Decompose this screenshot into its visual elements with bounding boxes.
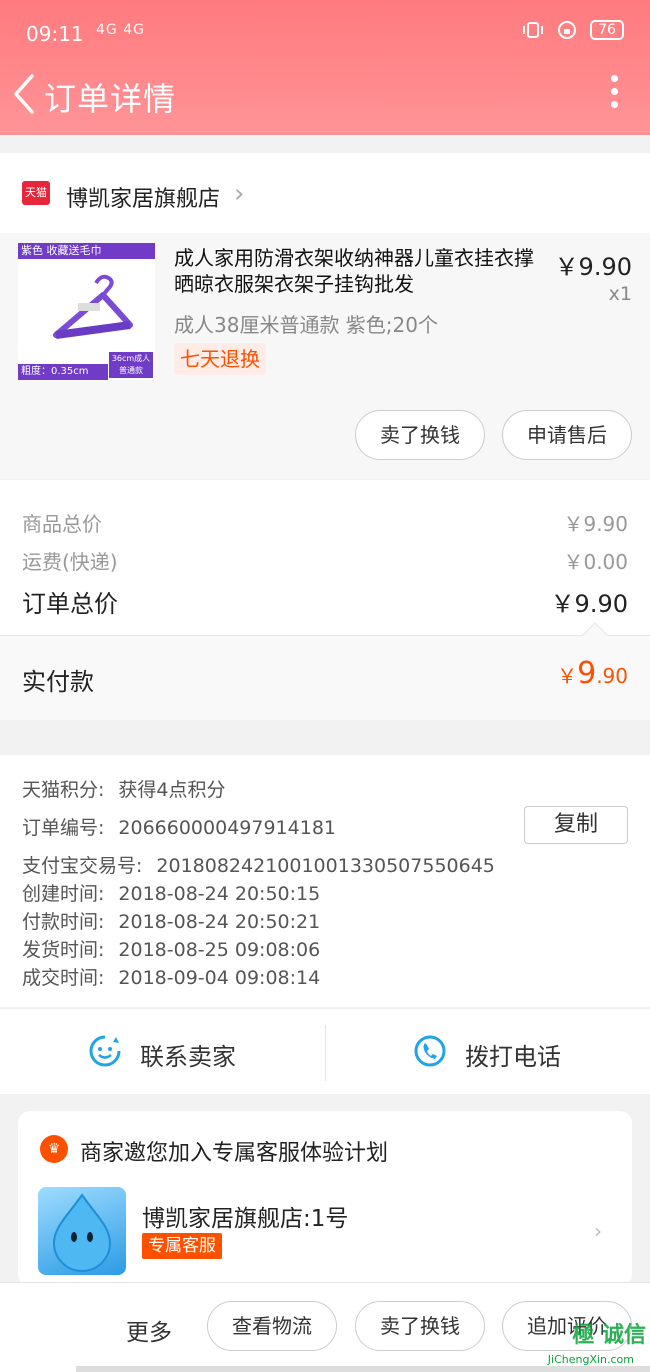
more-button[interactable]: 更多 [126,1313,172,1347]
paid-value: ￥9.90 [557,656,628,691]
status-bar: 09:11 4G 4G 76 [26,18,624,48]
paid-currency: ￥ [557,664,578,688]
paid-label: 实付款 [22,668,94,696]
service-name: 博凯家居旗舰店:1号 [142,1206,349,1232]
sell-button-bottom[interactable]: 卖了换钱 [355,1301,485,1351]
goods-total-value: ￥9.90 [563,512,628,536]
product-image-tag: 36cm成人普通款 [109,352,153,378]
plan-title: 商家邀您加入专属客服体验计划 [80,1141,389,1166]
shipped-row: 发货时间: 2018-08-25 09:08:06 [22,935,320,962]
chat-face-icon [89,1035,121,1067]
shipping-row: 运费(快递) ￥0.00 [22,546,628,575]
nav-bar: 订单详情 [0,68,650,118]
shipped-value: 2018-08-25 09:08:06 [118,939,321,961]
paid-dec: .90 [596,664,628,688]
completed-label: 成交时间: [22,967,105,989]
vibrate-icon [523,22,543,38]
order-total-label: 订单总价 [22,590,118,618]
call-phone-label: 拨打电话 [465,1043,561,1071]
contact-bar: 联系卖家 拨打电话 [0,1008,650,1094]
order-total-row: 订单总价 ￥9.90 [22,584,628,619]
chevron-right-icon: › [234,179,245,209]
alipay-value: 2018082421001001330507550645 [156,855,495,877]
lock-icon [558,21,576,39]
battery-icon: 76 [590,20,624,40]
created-row: 创建时间: 2018-08-24 20:50:15 [22,879,320,906]
service-plan-card[interactable]: ♛ 商家邀您加入专属客服体验计划 博凯家居旗舰店:1号 专属客服 › [18,1111,632,1286]
return-policy-badge: 七天退换 [174,343,266,375]
product-price: ￥9.90 [554,253,632,281]
completed-value: 2018-09-04 09:08:14 [118,967,321,989]
paid-row: 实付款 ￥9.90 [0,622,650,720]
call-phone-button[interactable]: 拨打电话 [325,1009,650,1095]
order-number-row: 订单编号: 206660000497914181 [22,813,336,840]
product-sku: 成人38厘米普通款 紫色;20个 [174,313,438,337]
back-arrow-icon[interactable] [10,72,40,116]
order-total-value: ￥9.90 [550,590,628,618]
points-label: 天猫积分: [22,779,105,801]
completed-row: 成交时间: 2018-09-04 09:08:14 [22,963,320,990]
shipping-label: 运费(快递) [22,550,118,574]
order-info: 天猫积分: 获得4点积分 订单编号: 206660000497914181 复制 支… [0,755,650,1007]
watermark-url: JiChengXin.com [547,1353,634,1366]
product-card: 紫色 收藏送毛巾 粗度：0.35cm 36cm成人普通款 成人家用防滑衣架收纳神… [0,233,650,479]
shop-name[interactable]: 博凯家居旗舰店 [66,181,220,213]
sell-button[interactable]: 卖了换钱 [355,410,485,460]
goods-total-row: 商品总价 ￥9.90 [22,508,628,537]
order-number-label: 订单编号: [22,817,105,839]
shipping-value: ￥0.00 [563,550,628,574]
bottom-action-bar: 更多 查看物流 卖了换钱 追加评价 極 诚信 JiChengXin.com [0,1282,650,1372]
contact-seller-label: 联系卖家 [140,1043,236,1071]
exclusive-service-badge: 专属客服 [142,1233,222,1259]
goods-total-label: 商品总价 [22,512,102,536]
after-sale-button[interactable]: 申请售后 [502,410,632,460]
order-number-value: 206660000497914181 [118,817,336,839]
paid-arrow [582,622,608,648]
product-image-bottom-text: 粗度：0.35cm [18,364,108,380]
status-time: 09:11 [26,22,84,46]
points-value: 获得4点积分 [118,779,226,801]
signal-icon: 4G 4G [96,22,145,38]
product-image[interactable]: 紫色 收藏送毛巾 粗度：0.35cm 36cm成人普通款 [18,243,155,380]
price-summary: 商品总价 ￥9.90 运费(快递) ￥0.00 订单总价 ￥9.90 实付款 ￥… [0,480,650,720]
paid-time-value: 2018-08-24 20:50:21 [118,911,321,933]
watermark-logo: 極 诚信 [572,1323,646,1348]
water-drop-icon [52,1193,112,1272]
home-indicator [76,1366,650,1372]
view-logistics-button[interactable]: 查看物流 [207,1301,337,1351]
contact-seller-button[interactable]: 联系卖家 [0,1009,325,1095]
paid-time-row: 付款时间: 2018-08-24 20:50:21 [22,907,320,934]
points-row: 天猫积分: 获得4点积分 [22,775,226,802]
status-icons: 76 [522,20,624,40]
product-title[interactable]: 成人家用防滑衣架收纳神器儿童衣挂衣撑晒晾衣服架衣架子挂钩批发 [174,245,544,297]
shipped-label: 发货时间: [22,939,105,961]
alipay-label: 支付宝交易号: [22,855,143,877]
service-avatar [38,1187,126,1275]
chevron-right-icon: › [594,1219,602,1243]
alipay-row: 支付宝交易号: 2018082421001001330507550645 [22,851,495,878]
phone-icon [414,1035,446,1067]
copy-button[interactable]: 复制 [524,806,628,844]
more-menu-icon[interactable] [608,72,620,112]
created-label: 创建时间: [22,883,105,905]
paid-int: 9 [577,656,597,691]
app-header: 09:11 4G 4G 76 订单详情 [0,0,650,135]
tmall-icon: 天猫 [22,181,50,205]
paid-time-label: 付款时间: [22,911,105,933]
product-quantity: x1 [608,283,632,305]
page-title: 订单详情 [44,80,177,118]
created-value: 2018-08-24 20:50:15 [118,883,321,905]
shop-row[interactable]: 天猫 博凯家居旗舰店 › [0,153,650,233]
crown-icon: ♛ [40,1135,68,1163]
